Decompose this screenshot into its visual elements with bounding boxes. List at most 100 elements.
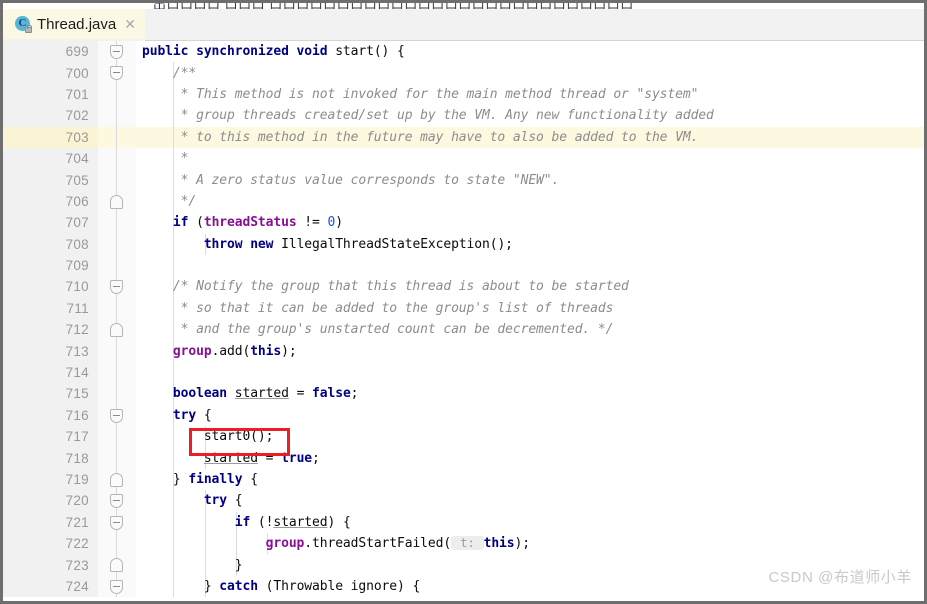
fold-gutter[interactable] — [98, 105, 136, 127]
fold-gutter[interactable] — [98, 276, 136, 298]
line-number-gutter[interactable]: 705 — [3, 169, 98, 191]
code-text[interactable]: * so that it can be added to the group's… — [136, 297, 924, 320]
editor-tab-thread-java[interactable]: C Thread.java ✕ — [3, 9, 145, 41]
line-number-gutter[interactable]: 713 — [3, 340, 98, 362]
line-number-gutter[interactable]: 708 — [3, 233, 98, 255]
fold-gutter[interactable] — [98, 147, 136, 170]
fold-gutter[interactable] — [98, 62, 136, 84]
code-line[interactable]: 703 * to this method in the future may h… — [3, 126, 924, 148]
code-text[interactable]: public synchronized void start() { — [136, 41, 924, 62]
line-number-gutter[interactable]: 724 — [3, 575, 98, 598]
line-number-gutter[interactable]: 709 — [3, 254, 98, 277]
line-number-gutter[interactable]: 711 — [3, 297, 98, 320]
line-number-gutter[interactable]: 706 — [3, 190, 98, 213]
line-number-gutter[interactable]: 715 — [3, 383, 98, 405]
code-line[interactable]: 707 if (threadStatus != 0) — [3, 212, 924, 234]
code-text[interactable] — [136, 254, 924, 277]
code-text[interactable]: started = true; — [136, 447, 924, 469]
code-line[interactable]: 712 * and the group's unstarted count ca… — [3, 319, 924, 341]
code-text[interactable]: if (!started) { — [136, 511, 924, 533]
fold-down-icon[interactable] — [110, 66, 123, 81]
code-text[interactable]: * — [136, 147, 924, 170]
code-line[interactable]: 721 if (!started) { — [3, 511, 924, 533]
line-number-gutter[interactable]: 707 — [3, 212, 98, 234]
fold-gutter[interactable] — [98, 126, 136, 148]
fold-down-icon[interactable] — [110, 579, 123, 594]
fold-gutter[interactable] — [98, 254, 136, 277]
fold-gutter[interactable] — [98, 41, 136, 63]
line-number-gutter[interactable]: 712 — [3, 319, 98, 341]
code-line[interactable]: 700 /** — [3, 62, 924, 84]
line-number-gutter[interactable]: 703 — [3, 126, 98, 148]
code-editor[interactable]: 699 public synchronized void start() {700… — [3, 41, 924, 601]
code-text[interactable]: * A zero status value corresponds to sta… — [136, 169, 924, 191]
code-text[interactable]: if (threadStatus != 0) — [136, 212, 924, 234]
code-text[interactable]: group.threadStartFailed( t: this); — [136, 532, 924, 555]
fold-up-icon[interactable] — [110, 472, 123, 487]
code-line[interactable]: 699 public synchronized void start() { — [3, 41, 924, 63]
code-text[interactable]: /** — [136, 62, 924, 84]
line-number-gutter[interactable]: 718 — [3, 447, 98, 469]
code-line[interactable]: 719 } finally { — [3, 468, 924, 491]
code-line[interactable]: 716 try { — [3, 404, 924, 427]
fold-gutter[interactable] — [98, 490, 136, 512]
code-text[interactable]: * This method is not invoked for the mai… — [136, 83, 924, 106]
fold-gutter[interactable] — [98, 297, 136, 320]
code-line[interactable]: 717 start0(); — [3, 426, 924, 448]
code-text[interactable]: throw new IllegalThreadStateException(); — [136, 233, 924, 255]
line-number-gutter[interactable]: 717 — [3, 426, 98, 448]
fold-down-icon[interactable] — [110, 45, 123, 59]
fold-gutter[interactable] — [98, 532, 136, 555]
code-text[interactable] — [136, 361, 924, 384]
code-line[interactable]: 720 try { — [3, 490, 924, 512]
fold-down-icon[interactable] — [110, 515, 123, 530]
code-line[interactable]: 704 * — [3, 147, 924, 170]
code-line[interactable]: 705 * A zero status value corresponds to… — [3, 169, 924, 191]
code-line[interactable]: 713 group.add(this); — [3, 340, 924, 362]
code-line[interactable]: 708 throw new IllegalThreadStateExceptio… — [3, 233, 924, 255]
code-text[interactable]: boolean started = false; — [136, 383, 924, 405]
line-number-gutter[interactable]: 702 — [3, 105, 98, 127]
line-number-gutter[interactable]: 714 — [3, 361, 98, 384]
code-text[interactable]: /* Notify the group that this thread is … — [136, 276, 924, 298]
code-text[interactable]: try { — [136, 490, 924, 512]
fold-up-icon[interactable] — [110, 558, 123, 573]
fold-down-icon[interactable] — [110, 408, 123, 423]
code-text[interactable]: try { — [136, 404, 924, 427]
code-text[interactable]: * to this method in the future may have … — [136, 126, 924, 148]
code-text[interactable]: group.add(this); — [136, 340, 924, 362]
fold-gutter[interactable] — [98, 212, 136, 234]
fold-gutter[interactable] — [98, 426, 136, 448]
code-line[interactable]: 715 boolean started = false; — [3, 383, 924, 405]
fold-gutter[interactable] — [98, 169, 136, 191]
fold-gutter[interactable] — [98, 511, 136, 533]
code-line[interactable]: 709 — [3, 254, 924, 277]
fold-gutter[interactable] — [98, 554, 136, 576]
code-line[interactable]: 718 started = true; — [3, 447, 924, 469]
line-number-gutter[interactable]: 699 — [3, 41, 98, 63]
fold-gutter[interactable] — [98, 468, 136, 491]
code-line[interactable]: 710 /* Notify the group that this thread… — [3, 276, 924, 298]
fold-down-icon[interactable] — [110, 280, 123, 295]
line-number-gutter[interactable]: 722 — [3, 532, 98, 555]
code-line[interactable]: 706 */ — [3, 190, 924, 213]
code-line[interactable]: 702 * group threads created/set up by th… — [3, 105, 924, 127]
fold-gutter[interactable] — [98, 319, 136, 341]
fold-up-icon[interactable] — [110, 194, 123, 209]
line-number-gutter[interactable]: 720 — [3, 490, 98, 512]
code-line[interactable]: 722 group.threadStartFailed( t: this); — [3, 532, 924, 555]
line-number-gutter[interactable]: 719 — [3, 468, 98, 491]
line-number-gutter[interactable]: 721 — [3, 511, 98, 533]
line-number-gutter[interactable]: 700 — [3, 62, 98, 84]
line-number-gutter[interactable]: 701 — [3, 83, 98, 106]
code-line[interactable]: 714 — [3, 361, 924, 384]
fold-gutter[interactable] — [98, 447, 136, 469]
fold-gutter[interactable] — [98, 575, 136, 598]
code-text[interactable]: * group threads created/set up by the VM… — [136, 105, 924, 127]
code-text[interactable]: * and the group's unstarted count can be… — [136, 319, 924, 341]
line-number-gutter[interactable]: 710 — [3, 276, 98, 298]
fold-gutter[interactable] — [98, 361, 136, 384]
line-number-gutter[interactable]: 716 — [3, 404, 98, 427]
code-line[interactable]: 711 * so that it can be added to the gro… — [3, 297, 924, 320]
fold-down-icon[interactable] — [110, 494, 123, 509]
